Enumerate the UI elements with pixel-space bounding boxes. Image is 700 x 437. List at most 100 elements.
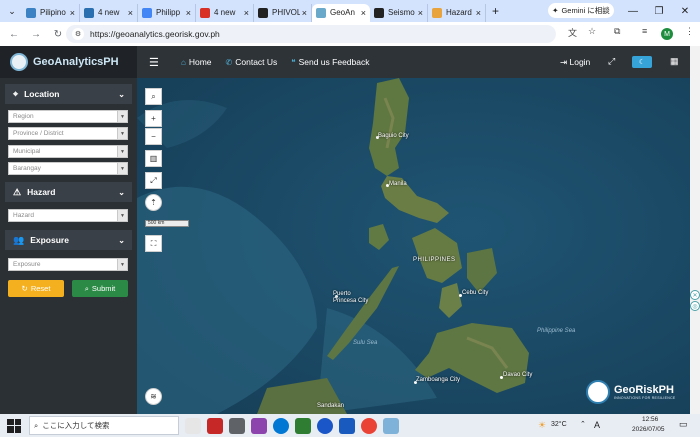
search-icon: ⌕: [84, 283, 89, 293]
hazard-section-header[interactable]: ⚠ Hazard ⌄: [5, 182, 132, 202]
tab-favicon-icon: [374, 7, 384, 18]
zoom-out-button[interactable]: −: [145, 128, 162, 145]
browser-tab[interactable]: PHIVOL ×: [254, 3, 312, 22]
tab-close-icon[interactable]: ×: [361, 8, 366, 18]
fullscreen-icon[interactable]: ⤢: [608, 56, 615, 67]
apps-grid-icon[interactable]: ▦: [670, 56, 679, 67]
close-window-icon[interactable]: ✕: [672, 0, 698, 22]
chevron-down-icon: ⌄: [118, 187, 125, 197]
municipal-select[interactable]: Municipal ▼: [8, 145, 128, 158]
tab-close-icon[interactable]: ×: [244, 8, 249, 18]
browser-tab[interactable]: 4 new ×: [196, 3, 254, 22]
temperature[interactable]: 32°C: [551, 421, 567, 428]
browser-tab[interactable]: Pilipino ×: [22, 3, 80, 22]
profile-avatar[interactable]: M: [661, 28, 673, 40]
app-icon[interactable]: [383, 417, 399, 434]
browser-tab[interactable]: Philipp ×: [138, 3, 196, 22]
nav-contact[interactable]: ✆ Contact Us: [226, 57, 278, 67]
nav-feedback[interactable]: ❝ Send us Feedback: [291, 57, 369, 67]
location-title: Location: [24, 89, 60, 99]
tab-close-icon[interactable]: ×: [302, 8, 307, 18]
map-fullscreen-icon[interactable]: ⤢: [145, 172, 162, 189]
taskbar-search-field[interactable]: ⌕ ここに入力して検索: [29, 416, 179, 435]
maximize-icon[interactable]: ❐: [646, 0, 672, 22]
windows-start-icon[interactable]: [7, 418, 21, 433]
tab-close-icon[interactable]: ×: [186, 8, 191, 18]
map-search-icon[interactable]: ⌕: [145, 88, 162, 105]
notifications-icon[interactable]: ▭: [679, 419, 688, 430]
tab-close-icon[interactable]: ×: [418, 8, 423, 18]
location-section-header[interactable]: ⌖ Location ⌄: [5, 84, 132, 104]
clock-time[interactable]: 12:56: [642, 416, 658, 423]
tray-chevron-icon[interactable]: ⌃: [580, 420, 586, 428]
app-icon[interactable]: [229, 417, 245, 434]
url-text: https://geoanalytics.georisk.gov.ph: [90, 29, 220, 39]
extensions-icon[interactable]: ⧉: [614, 26, 620, 37]
browser-tab[interactable]: 4 new ×: [80, 3, 138, 22]
hazard-select[interactable]: Hazard ▼: [8, 209, 128, 222]
barangay-select-value: Barangay: [13, 165, 41, 172]
task-view-icon[interactable]: [185, 417, 201, 434]
tab-close-icon[interactable]: ×: [70, 8, 75, 18]
translate-icon[interactable]: 文: [568, 26, 577, 39]
bookmark-star-icon[interactable]: ☆: [588, 26, 596, 37]
reset-button[interactable]: ↻ Reset: [8, 280, 64, 297]
region-select[interactable]: Region ▼: [8, 110, 128, 123]
satellite-basemap: [137, 78, 690, 414]
side-panel-app-icon[interactable]: ◎: [690, 301, 700, 311]
phone-icon: ✆: [225, 57, 233, 67]
layers-icon[interactable]: ≋: [145, 388, 162, 405]
submit-button[interactable]: ⌕ Submit: [72, 280, 128, 297]
exposure-select[interactable]: Exposure ▼: [8, 258, 128, 271]
province-select[interactable]: Province / District ▼: [8, 127, 128, 140]
back-icon[interactable]: ←: [6, 26, 22, 42]
tab-list-icon[interactable]: ≡: [642, 26, 647, 36]
place-label: Puerto Princesa City: [333, 291, 369, 304]
filter-sidebar: ⌖ Location ⌄ Region ▼ Province / District…: [0, 78, 137, 414]
hazard-title: Hazard: [27, 187, 56, 197]
theme-toggle[interactable]: ☾: [632, 56, 652, 68]
compass-icon[interactable]: ⇡: [145, 194, 162, 211]
nav-home[interactable]: ⌂ Home: [181, 57, 212, 67]
app-icon[interactable]: [295, 417, 311, 434]
place-label: Davao City: [503, 372, 533, 378]
address-bar: ← → ↻ ⚙ https://geoanalytics.georisk.gov…: [0, 22, 700, 46]
gemini-button[interactable]: ✦ Gemini に相談: [548, 3, 614, 18]
select-area-icon[interactable]: ⛶: [145, 235, 162, 252]
basemap-gallery-icon[interactable]: ▥: [145, 150, 162, 167]
site-info-icon[interactable]: ⚙: [72, 28, 84, 40]
url-field[interactable]: ⚙ https://geoanalytics.georisk.gov.ph: [66, 25, 556, 43]
clock-date[interactable]: 2026/07/05: [632, 426, 665, 433]
new-tab-button[interactable]: +: [492, 4, 499, 18]
browser-tab[interactable]: Seismo ×: [370, 3, 428, 22]
browser-tab[interactable]: GeoAn ×: [312, 3, 370, 22]
map-view[interactable]: ⌕ + − ▥ ⤢ ⇡ 500 km ⛶ ≋ Baguio City Manil…: [137, 78, 690, 414]
gemini-button-label: Gemini に相談: [561, 6, 610, 15]
browser-menu-icon[interactable]: ⋮: [685, 26, 694, 37]
tab-close-icon[interactable]: ×: [476, 8, 481, 18]
forward-icon[interactable]: →: [28, 26, 44, 42]
app-icon[interactable]: [251, 417, 267, 434]
tab-close-icon[interactable]: ×: [128, 8, 133, 18]
login-link[interactable]: ⇥ Login: [560, 57, 590, 68]
zoom-in-button[interactable]: +: [145, 110, 162, 127]
app-icon[interactable]: [207, 417, 223, 434]
side-panel-close-icon[interactable]: ✕: [690, 290, 700, 300]
chrome-icon[interactable]: [361, 417, 377, 434]
app-icon[interactable]: [317, 417, 333, 434]
tab-label: 4 new: [214, 8, 236, 17]
refresh-icon: ↻: [21, 284, 28, 293]
georiskph-subtitle: INNOVATIONS FOR RESILIENCE: [614, 396, 676, 400]
reload-icon[interactable]: ↻: [50, 26, 66, 42]
word-icon[interactable]: [339, 417, 355, 434]
minimize-icon[interactable]: —: [620, 0, 646, 22]
browser-tab[interactable]: Hazard ×: [428, 3, 486, 22]
brand[interactable]: GeoAnalyticsPH: [0, 46, 137, 78]
exposure-section-header[interactable]: 👥 Exposure ⌄: [5, 230, 132, 250]
ime-indicator[interactable]: A: [594, 420, 600, 430]
tab-search-icon[interactable]: ⌄: [4, 3, 20, 19]
barangay-select[interactable]: Barangay ▼: [8, 162, 128, 175]
hamburger-menu-icon[interactable]: ☰: [149, 56, 167, 69]
edge-icon[interactable]: [273, 417, 289, 434]
dropdown-arrow-icon: ▼: [117, 210, 127, 221]
